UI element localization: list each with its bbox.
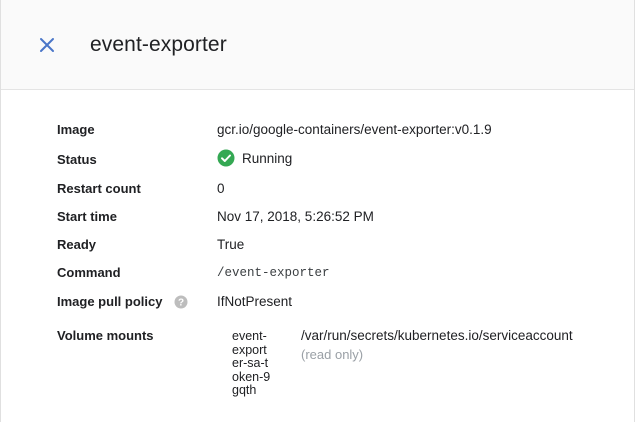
ready-label: Ready: [57, 237, 97, 252]
ready-value: True: [217, 237, 245, 252]
volume-name-line: export: [232, 342, 267, 357]
panel-header: event-exporter: [1, 0, 634, 90]
start-time-label: Start time: [57, 209, 117, 224]
help-icon[interactable]: ?: [174, 295, 188, 309]
volume-mount-path: /var/run/secrets/kubernetes.io/serviceac…: [301, 328, 573, 343]
close-button[interactable]: [36, 34, 58, 56]
status-text: Running: [242, 150, 293, 166]
volume-name-line: er-sa-t: [232, 356, 269, 370]
image-pull-policy-value: IfNotPresent: [217, 294, 293, 309]
volume-name-line: gqth: [232, 383, 257, 397]
image-value: gcr.io/google-containers/event-exporter:…: [217, 122, 492, 137]
details-panel: event-exporter Image gcr.io/google-conta…: [0, 0, 635, 422]
close-icon: [40, 37, 54, 52]
volume-name-line: oken-9: [232, 369, 271, 384]
command-label: Command: [57, 265, 121, 280]
restart-count-value: 0: [217, 181, 225, 196]
volume-mount-name: event- export er-sa-t oken-9 gqth: [232, 329, 288, 398]
start-time-value: Nov 17, 2018, 5:26:52 PM: [217, 209, 374, 224]
status-value: Running: [217, 149, 292, 167]
image-pull-policy-label: Image pull policy ?: [57, 294, 188, 310]
image-label: Image: [57, 122, 95, 137]
image-pull-policy-label-text: Image pull policy: [57, 294, 163, 309]
volume-mounts-label: Volume mounts: [57, 328, 154, 343]
volume-mount-readonly-note: (read only): [301, 347, 364, 362]
panel-title: event-exporter: [90, 32, 227, 56]
svg-text:?: ?: [178, 297, 184, 308]
volume-name-line: event-: [232, 329, 267, 343]
restart-count-label: Restart count: [57, 181, 141, 196]
check-circle-icon: [217, 149, 235, 167]
command-value: /event-exporter: [217, 266, 330, 280]
status-label: Status: [57, 152, 97, 167]
